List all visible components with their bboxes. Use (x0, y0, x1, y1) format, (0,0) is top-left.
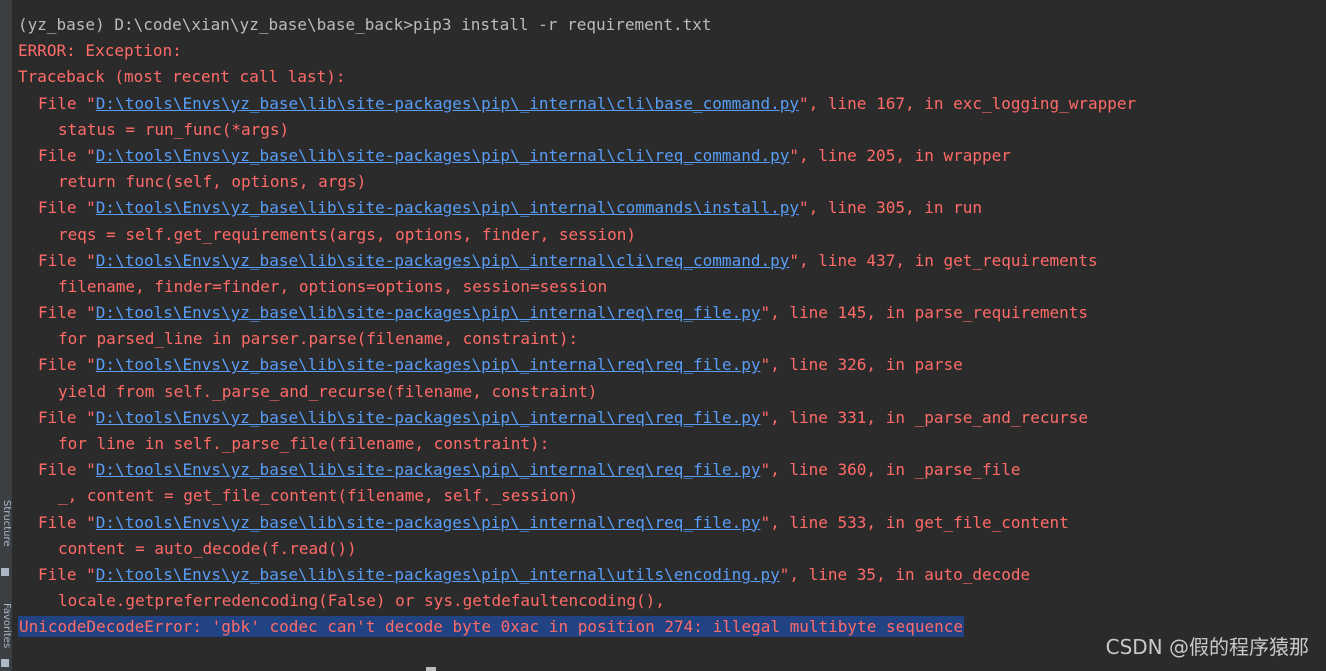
traceback-file-link[interactable]: D:\tools\Envs\yz_base\lib\site-packages\… (96, 94, 799, 113)
traceback-file-suffix: ", line 35, in auto_decode (779, 564, 1031, 584)
traceback-file-suffix: ", line 205, in wrapper (789, 145, 1011, 165)
traceback-file-prefix: File " (38, 407, 96, 427)
terminal-line: (yz_base) D:\code\xian\yz_base\base_back… (18, 12, 1326, 38)
traceback-file-suffix: ", line 167, in exc_logging_wrapper (799, 93, 1137, 113)
structure-tab[interactable]: Structure (0, 500, 12, 547)
terminal-line: reqs = self.get_requirements(args, optio… (18, 222, 1326, 248)
traceback-file-prefix: File " (38, 93, 96, 113)
traceback-file-suffix: ", line 533, in get_file_content (760, 512, 1069, 532)
traceback-file-prefix: File " (38, 250, 96, 270)
terminal-line: File "D:\tools\Envs\yz_base\lib\site-pac… (18, 562, 1326, 588)
error-text: Traceback (most recent call last): (18, 67, 346, 87)
terminal-output[interactable]: (yz_base) D:\code\xian\yz_base\base_back… (18, 12, 1326, 671)
traceback-file-prefix: File " (38, 145, 96, 165)
traceback-file-link[interactable]: D:\tools\Envs\yz_base\lib\site-packages\… (96, 198, 799, 217)
terminal-line: File "D:\tools\Envs\yz_base\lib\site-pac… (18, 405, 1326, 431)
traceback-code-line: content = auto_decode(f.read()) (58, 538, 357, 558)
traceback-code-line: filename, finder=finder, options=options… (58, 276, 608, 296)
traceback-code-line: yield from self._parse_and_recurse(filen… (58, 381, 598, 401)
structure-icon (1, 568, 9, 576)
terminal-line: status = run_func(*args) (18, 117, 1326, 143)
terminal-line: ERROR: Exception: (18, 38, 1326, 64)
traceback-file-prefix: File " (38, 564, 96, 584)
traceback-file-link[interactable]: D:\tools\Envs\yz_base\lib\site-packages\… (96, 146, 790, 165)
command-prompt-text: (yz_base) D:\code\xian\yz_base\base_back… (18, 15, 712, 34)
left-tool-strip: Structure Favorites (0, 0, 12, 671)
terminal-line: File "D:\tools\Envs\yz_base\lib\site-pac… (18, 457, 1326, 483)
traceback-code-line: status = run_func(*args) (58, 119, 290, 139)
traceback-file-suffix: ", line 437, in get_requirements (789, 250, 1098, 270)
traceback-code-line: return func(self, options, args) (58, 172, 367, 192)
terminal-cursor (426, 667, 436, 671)
traceback-file-link[interactable]: D:\tools\Envs\yz_base\lib\site-packages\… (96, 408, 761, 427)
terminal-line: _, content = get_file_content(filename, … (18, 483, 1326, 509)
traceback-file-suffix: ", line 331, in _parse_and_recurse (760, 407, 1088, 427)
traceback-file-prefix: File " (38, 460, 96, 480)
traceback-file-link[interactable]: D:\tools\Envs\yz_base\lib\site-packages\… (96, 565, 780, 584)
terminal-line: File "D:\tools\Envs\yz_base\lib\site-pac… (18, 143, 1326, 169)
traceback-file-link[interactable]: D:\tools\Envs\yz_base\lib\site-packages\… (96, 251, 790, 270)
traceback-file-link[interactable]: D:\tools\Envs\yz_base\lib\site-packages\… (96, 460, 761, 479)
traceback-file-prefix: File " (38, 303, 96, 323)
terminal-line: File "D:\tools\Envs\yz_base\lib\site-pac… (18, 195, 1326, 221)
traceback-code-line: _, content = get_file_content(filename, … (58, 486, 579, 506)
traceback-file-link[interactable]: D:\tools\Envs\yz_base\lib\site-packages\… (96, 513, 761, 532)
terminal-line: filename, finder=finder, options=options… (18, 274, 1326, 300)
traceback-code-line: for parsed_line in parser.parse(filename… (58, 329, 579, 349)
traceback-file-prefix: File " (38, 355, 96, 375)
terminal-line: File "D:\tools\Envs\yz_base\lib\site-pac… (18, 300, 1326, 326)
terminal-line: Traceback (most recent call last): (18, 64, 1326, 90)
terminal-line: locale.getpreferredencoding(False) or sy… (18, 588, 1326, 614)
terminal-line: File "D:\tools\Envs\yz_base\lib\site-pac… (18, 510, 1326, 536)
terminal-line: yield from self._parse_and_recurse(filen… (18, 379, 1326, 405)
favorites-icon (1, 659, 9, 667)
traceback-code-line: reqs = self.get_requirements(args, optio… (58, 224, 636, 244)
terminal-line: File "D:\tools\Envs\yz_base\lib\site-pac… (18, 91, 1326, 117)
traceback-code-line: locale.getpreferredencoding(False) or sy… (58, 591, 665, 611)
traceback-file-suffix: ", line 145, in parse_requirements (760, 303, 1088, 323)
error-text: ERROR: Exception: (18, 41, 182, 61)
terminal-line: File "D:\tools\Envs\yz_base\lib\site-pac… (18, 352, 1326, 378)
traceback-file-link[interactable]: D:\tools\Envs\yz_base\lib\site-packages\… (96, 303, 761, 322)
terminal-line: File "D:\tools\Envs\yz_base\lib\site-pac… (18, 248, 1326, 274)
traceback-file-prefix: File " (38, 512, 96, 532)
traceback-file-prefix: File " (38, 198, 96, 218)
ide-terminal-window: Structure Favorites (yz_base) D:\code\xi… (0, 0, 1326, 671)
traceback-file-suffix: ", line 360, in _parse_file (760, 460, 1021, 480)
terminal-line: content = auto_decode(f.read()) (18, 536, 1326, 562)
traceback-file-suffix: ", line 326, in parse (760, 355, 963, 375)
terminal-line: return func(self, options, args) (18, 169, 1326, 195)
terminal-line: for parsed_line in parser.parse(filename… (18, 326, 1326, 352)
traceback-code-line: for line in self._parse_file(filename, c… (58, 434, 550, 453)
traceback-file-link[interactable]: D:\tools\Envs\yz_base\lib\site-packages\… (96, 355, 761, 374)
favorites-tab[interactable]: Favorites (0, 603, 12, 648)
traceback-file-suffix: ", line 305, in run (799, 198, 983, 218)
final-error-message[interactable]: UnicodeDecodeError: 'gbk' codec can't de… (18, 616, 965, 638)
watermark: CSDN @假的程序猿那 (1105, 635, 1309, 659)
terminal-line: for line in self._parse_file(filename, c… (18, 431, 1326, 457)
